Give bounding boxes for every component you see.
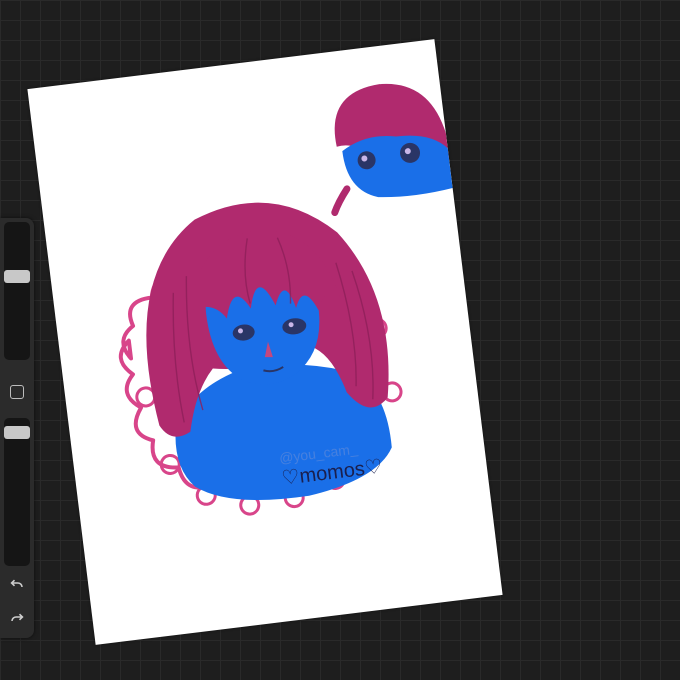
brush-opacity-thumb[interactable] [4, 426, 30, 439]
undo-icon [10, 579, 23, 588]
brush-opacity-slider[interactable] [4, 418, 30, 566]
brush-sidebar [0, 218, 34, 638]
drawing-canvas[interactable]: @you_cam_ ♡momos♡ [27, 39, 503, 645]
redo-button[interactable] [6, 608, 28, 630]
brush-size-thumb[interactable] [4, 270, 30, 283]
undo-button[interactable] [6, 574, 28, 596]
canvas-page[interactable]: @you_cam_ ♡momos♡ [27, 39, 503, 645]
modify-button[interactable] [10, 385, 24, 399]
redo-icon [11, 613, 24, 622]
small-head-tail [331, 185, 351, 217]
artwork: @you_cam_ ♡momos♡ [118, 83, 453, 516]
brush-size-slider[interactable] [4, 222, 30, 360]
